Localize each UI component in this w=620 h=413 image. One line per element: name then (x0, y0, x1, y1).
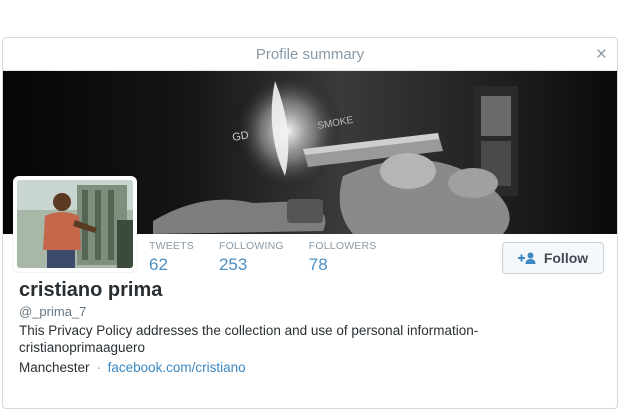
avatar-image (17, 180, 133, 268)
dialog-header: Profile summary × (3, 38, 617, 71)
stat-value: 253 (218, 255, 248, 274)
stat-followers[interactable]: FOLLOWERS 78 (309, 240, 377, 275)
bio-line: cristianoprimaaguero (19, 340, 146, 355)
profile-bio: This Privacy Policy addresses the collec… (19, 322, 579, 356)
profile-summary-dialog: Profile summary × GD SMOKE TWEETS 62 FOL… (2, 37, 618, 409)
profile-meta: Manchester · facebook.com/cristiano (19, 360, 246, 375)
close-icon[interactable]: × (596, 38, 607, 71)
follow-button[interactable]: Follow (502, 242, 604, 274)
profile-stats: TWEETS 62 FOLLOWING 253 FOLLOWERS 78 (149, 240, 402, 275)
stat-label: TWEETS (149, 240, 194, 252)
dialog-title: Profile summary (255, 46, 365, 63)
stat-following[interactable]: FOLLOWING 253 (219, 240, 284, 275)
profile-website-link[interactable]: facebook.com/cristiano (108, 360, 246, 375)
avatar[interactable] (13, 176, 137, 272)
stat-label: FOLLOWERS (308, 240, 377, 252)
follow-button-label: Follow (543, 250, 589, 266)
profile-handle[interactable]: @_prima_7 (19, 304, 86, 319)
stat-value: 78 (308, 255, 328, 274)
profile-name[interactable]: cristiano prima (19, 279, 162, 302)
bio-line: This Privacy Policy addresses the collec… (19, 323, 479, 338)
add-user-icon (517, 252, 536, 264)
profile-location: Manchester (19, 360, 90, 375)
stat-tweets[interactable]: TWEETS 62 (149, 240, 194, 275)
stat-label: FOLLOWING (218, 240, 284, 252)
meta-separator: · (96, 360, 101, 375)
stat-value: 62 (149, 255, 168, 274)
